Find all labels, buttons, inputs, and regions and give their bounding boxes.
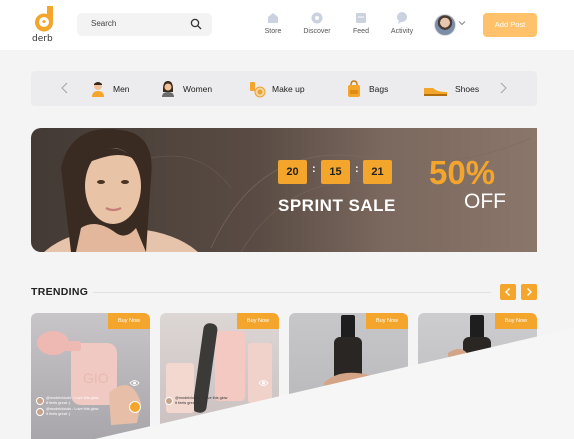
nav-store-label: Store <box>264 28 282 35</box>
comment-text: @modelclouds : Love this glow It feels gr… <box>46 396 99 405</box>
product-card[interactable]: Buy Now <box>289 313 408 439</box>
product-card[interactable]: GIO Buy Now @modelclouds : Love this glo… <box>31 313 150 439</box>
chevron-down-icon[interactable] <box>458 20 466 26</box>
category-bar: Men Women Make up Bags Shoes <box>31 71 537 106</box>
sale-percent: 50% <box>429 154 496 191</box>
buy-now-button[interactable]: Buy Now <box>495 313 537 329</box>
comment-text: @modelclouds : Love this glow It feels gr… <box>175 396 228 405</box>
category-bags[interactable]: Bags <box>345 79 388 99</box>
timer-separator: : <box>355 163 359 175</box>
makeup-icon <box>250 82 266 98</box>
logo-text: derb <box>32 34 53 44</box>
nav-store[interactable]: Store <box>253 11 293 35</box>
nav-feed-label: Feed <box>353 28 369 35</box>
buy-now-button[interactable]: Buy Now <box>108 313 150 329</box>
sale-title: SPRINT SALE <box>278 196 396 215</box>
svg-text:GIO: GIO <box>83 370 109 386</box>
product-image <box>166 323 272 413</box>
eye-icon[interactable] <box>258 379 269 387</box>
add-post-button[interactable]: Add Post <box>483 13 537 37</box>
category-bags-label: Bags <box>369 84 389 94</box>
chevron-right-icon <box>527 288 532 296</box>
sale-off: OFF <box>464 190 506 213</box>
category-makeup[interactable]: Make up <box>248 79 305 99</box>
feed-icon <box>356 13 366 23</box>
promo-banner[interactable]: 20 : 15 : 21 SPRINT SALE 50% OFF <box>31 128 537 252</box>
woman-icon <box>162 81 174 97</box>
trending-title: TRENDING <box>31 286 89 298</box>
man-icon <box>92 82 104 97</box>
timer-minutes: 15 <box>321 160 350 184</box>
nav-discover[interactable]: Discover <box>297 11 337 35</box>
divider <box>93 292 491 293</box>
chevron-left-icon <box>505 288 510 296</box>
trending-prev-button[interactable] <box>500 284 516 300</box>
comment-text: @modelclouds : Love this glow It feels gr… <box>46 407 99 416</box>
search-placeholder: Search <box>91 19 117 28</box>
category-men-label: Men <box>113 84 130 94</box>
category-women[interactable]: Women <box>159 79 212 99</box>
category-makeup-label: Make up <box>272 84 305 94</box>
chevron-right-icon[interactable] <box>498 82 508 94</box>
nav-activity-label: Activity <box>390 28 414 35</box>
category-shoes-label: Shoes <box>455 84 480 94</box>
nav-feed[interactable]: Feed <box>341 11 381 35</box>
avatar[interactable] <box>129 401 141 413</box>
top-header: derb Search Store Discover Feed Activity <box>0 0 574 50</box>
product-card[interactable]: Buy Now @modelclouds : Love this glow It … <box>160 313 279 439</box>
category-men[interactable]: Men <box>89 79 130 99</box>
timer-separator: : <box>312 163 316 175</box>
nav-discover-label: Discover <box>303 28 331 35</box>
store-icon <box>268 13 278 23</box>
buy-now-button[interactable]: Buy Now <box>237 313 279 329</box>
activity-icon <box>397 12 407 24</box>
avatar[interactable] <box>165 397 173 405</box>
avatar[interactable] <box>36 397 44 405</box>
eye-icon[interactable] <box>129 379 140 387</box>
discover-icon <box>311 12 323 24</box>
category-women-label: Women <box>183 84 213 94</box>
nav-activity[interactable]: Activity <box>382 11 422 35</box>
product-image <box>324 315 378 408</box>
buy-now-button[interactable]: Buy Now <box>366 313 408 329</box>
product-card[interactable]: Buy Now <box>418 313 537 439</box>
timer-seconds: 21 <box>363 160 392 184</box>
search-input[interactable]: Search <box>77 13 212 36</box>
trending-next-button[interactable] <box>521 284 537 300</box>
product-image: GIO <box>37 331 141 425</box>
bag-icon <box>348 80 360 97</box>
logo-icon[interactable] <box>33 6 55 32</box>
product-image <box>448 315 491 397</box>
avatar[interactable] <box>434 14 456 36</box>
timer-hours: 20 <box>278 160 307 184</box>
shoe-icon <box>424 88 447 96</box>
chevron-left-icon[interactable] <box>60 82 70 94</box>
search-icon[interactable] <box>190 18 202 30</box>
category-shoes[interactable]: Shoes <box>423 79 479 99</box>
avatar[interactable] <box>36 408 44 416</box>
